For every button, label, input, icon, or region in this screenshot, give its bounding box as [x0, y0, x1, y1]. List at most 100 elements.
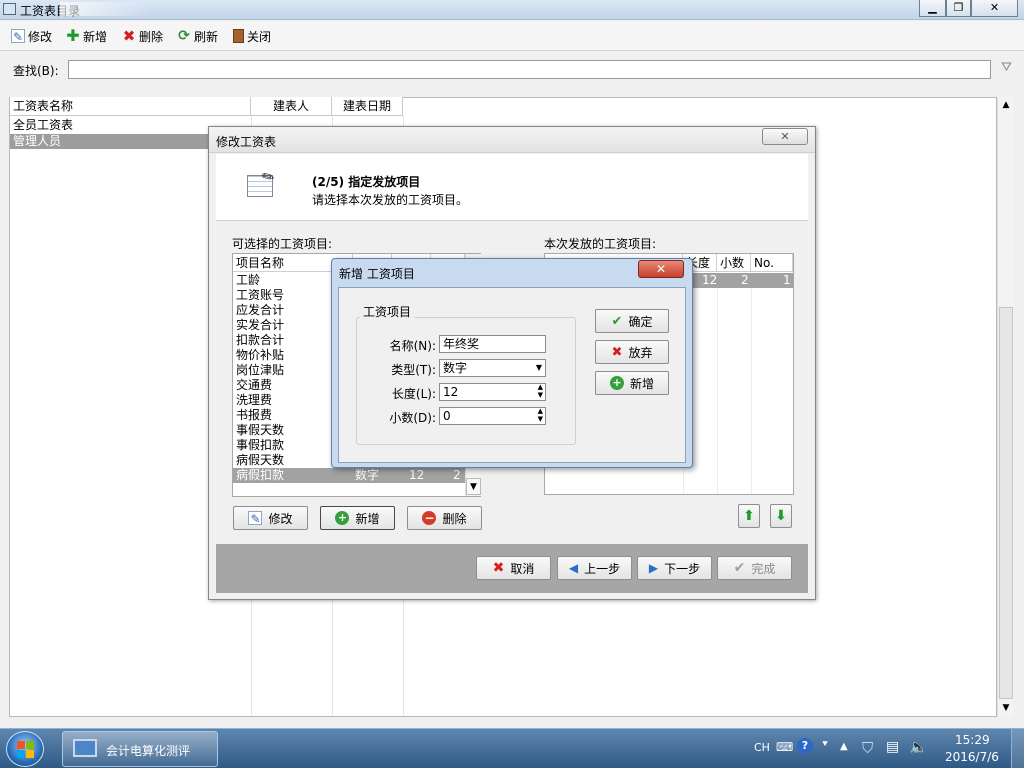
- scroll-up-icon[interactable]: ▲: [998, 97, 1014, 113]
- edit-button[interactable]: ✎ 修改: [7, 25, 56, 47]
- prev-button[interactable]: ◀ 上一步: [557, 556, 632, 580]
- col-header-name[interactable]: 工资表名称: [10, 97, 251, 116]
- cancel-label: 取消: [510, 561, 535, 576]
- type-value: 数字: [443, 361, 468, 375]
- type-select[interactable]: 数字 ▼: [439, 359, 546, 377]
- scroll-down-icon[interactable]: ▼: [998, 700, 1014, 716]
- item-decimal: 2: [453, 468, 461, 482]
- volume-icon[interactable]: 🔈: [909, 738, 928, 756]
- minus-circle-icon: −: [422, 511, 437, 525]
- scroll-down-icon[interactable]: ▼: [466, 478, 481, 495]
- name-input[interactable]: 年终奖: [439, 335, 546, 353]
- dialog-close-button[interactable]: ✕: [638, 260, 684, 278]
- maximize-button[interactable]: ❐: [946, 0, 971, 17]
- input-options-icon[interactable]: ⯆: [821, 739, 829, 750]
- refresh-icon: ⟳: [178, 28, 190, 44]
- row-length: 12: [702, 273, 718, 287]
- refresh-button[interactable]: ⟳ 刷新: [173, 25, 222, 47]
- prev-label: 上一步: [584, 561, 621, 576]
- item-name: 扣款合计: [236, 333, 285, 347]
- item-name: 实发合计: [236, 318, 285, 332]
- item-add-button[interactable]: + 新增: [320, 506, 395, 530]
- item-name: 岗位津贴: [236, 363, 285, 377]
- edit-icon: ✎: [248, 511, 263, 526]
- restore-icon: ❐: [953, 1, 964, 14]
- add-button[interactable]: ✚ 新增: [62, 25, 111, 47]
- discard-button[interactable]: ✖ 放弃: [595, 340, 669, 364]
- refresh-label: 刷新: [194, 29, 219, 44]
- move-down-button[interactable]: ⬇: [770, 504, 792, 528]
- wizard-close-button[interactable]: ✕: [762, 128, 808, 145]
- vertical-scrollbar[interactable]: ▲ ▼: [997, 97, 1014, 717]
- wizard-title-bar: 修改工资表 ✕: [209, 127, 815, 153]
- windows-logo-icon: [17, 741, 25, 749]
- plus-circle-icon: +: [335, 511, 350, 525]
- item-add-label: 新增: [355, 511, 380, 526]
- item-name: 书报费: [236, 408, 273, 422]
- finish-label: 完成: [751, 561, 776, 576]
- item-delete-button[interactable]: − 删除: [407, 506, 482, 530]
- dialog-title: 新增 工资项目: [339, 267, 415, 281]
- item-delete-label: 删除: [442, 511, 467, 526]
- item-name: 工资账号: [236, 288, 285, 302]
- help-icon[interactable]: ?: [797, 738, 813, 754]
- network-icon[interactable]: ▤: [886, 739, 899, 755]
- shield-icon[interactable]: ⛉: [862, 739, 873, 757]
- next-button[interactable]: ▶ 下一步: [637, 556, 712, 580]
- delete-button[interactable]: ✖ 删除: [118, 25, 167, 47]
- scroll-thumb[interactable]: [999, 307, 1013, 699]
- search-input[interactable]: [68, 60, 991, 79]
- dropdown-arrow-icon[interactable]: ▼: [536, 360, 542, 376]
- close-button[interactable]: 关闭: [229, 25, 275, 47]
- item-edit-label: 修改: [268, 511, 293, 526]
- delete-label: 删除: [139, 29, 164, 44]
- row-name: 管理人员: [13, 134, 62, 148]
- item-length: 12: [409, 468, 425, 482]
- spin-down-icon[interactable]: ▼: [538, 415, 543, 423]
- item-edit-button[interactable]: ✎ 修改: [233, 506, 308, 530]
- plus-icon: ✚: [66, 26, 80, 45]
- dialog-add-button[interactable]: + 新增: [595, 371, 669, 395]
- arrow-right-icon: ▶: [648, 561, 659, 575]
- language-indicator[interactable]: CH: [754, 741, 770, 754]
- available-selected-row[interactable]: 病假扣款 数字 12 2: [233, 468, 465, 483]
- col-header-creator[interactable]: 建表人: [251, 97, 332, 116]
- item-name: 事假天数: [236, 423, 285, 437]
- show-hidden-icons-icon[interactable]: ▲: [840, 741, 848, 752]
- decimal-stepper[interactable]: 0 ▲ ▼: [439, 407, 546, 425]
- decimal-value: 0: [443, 409, 451, 423]
- ok-button[interactable]: ✔ 确定: [595, 309, 669, 333]
- keyboard-icon[interactable]: ⌨: [776, 740, 793, 754]
- main-title-bar: 工资表目录 ▁ ❐ ✕: [0, 0, 1024, 20]
- length-label: 长度(L):: [391, 387, 436, 401]
- edit-icon: ✎: [11, 29, 25, 44]
- check-icon: ✔: [733, 560, 746, 576]
- close-icon: ✕: [655, 262, 667, 276]
- selected-header-decimal[interactable]: 小数: [717, 254, 751, 272]
- minimize-button[interactable]: ▁: [919, 0, 946, 17]
- spin-down-icon[interactable]: ▼: [538, 391, 543, 399]
- available-items-label: 可选择的工资项目:: [232, 237, 333, 251]
- next-label: 下一步: [664, 561, 701, 576]
- item-name: 病假扣款: [236, 468, 285, 482]
- selected-header-no[interactable]: No.: [751, 254, 793, 272]
- show-desktop-button[interactable]: [1011, 729, 1024, 768]
- selected-items-label: 本次发放的工资项目:: [544, 237, 657, 251]
- move-up-button[interactable]: ⬆: [738, 504, 760, 528]
- clock-time[interactable]: 15:29: [955, 733, 990, 747]
- start-button[interactable]: [6, 731, 44, 767]
- delete-x-icon: ✖: [122, 27, 136, 45]
- taskbar-app-button[interactable]: 会计电算化测评: [62, 731, 218, 767]
- wizard-header: ✎ (2/5) 指定发放项目 请选择本次发放的工资项目。: [216, 154, 808, 221]
- length-stepper[interactable]: 12 ▲ ▼: [439, 383, 546, 401]
- spin-up-icon[interactable]: ▲: [538, 407, 543, 415]
- clock-date[interactable]: 2016/7/6: [945, 750, 999, 764]
- col-header-date[interactable]: 建表日期: [332, 97, 403, 116]
- close-window-button[interactable]: ✕: [971, 0, 1018, 17]
- wizard-title: 修改工资表: [216, 135, 277, 149]
- cancel-button[interactable]: ✖ 取消: [476, 556, 551, 580]
- finish-button[interactable]: ✔ 完成: [717, 556, 792, 580]
- item-type: 数字: [355, 468, 380, 482]
- filter-icon[interactable]: ⛛: [1001, 60, 1019, 78]
- spin-up-icon[interactable]: ▲: [538, 383, 543, 391]
